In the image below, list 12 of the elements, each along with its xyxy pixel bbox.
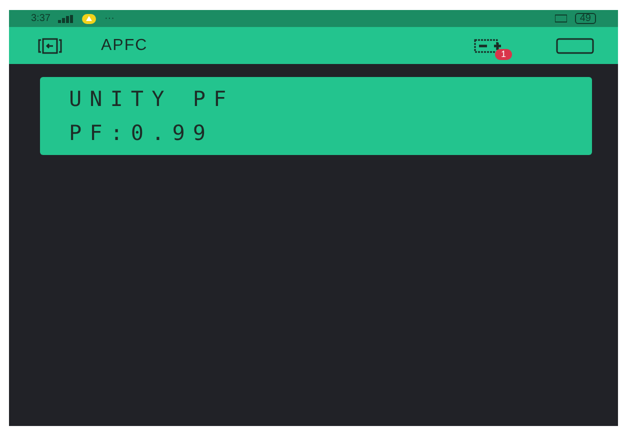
stop-icon[interactable] (556, 38, 594, 54)
battery-level: 49 (574, 13, 596, 24)
lcd-line: PF:0.99 (69, 121, 215, 145)
status-more: ··· (104, 13, 114, 24)
back-icon[interactable] (37, 38, 63, 54)
notification-icon (82, 14, 96, 24)
project-title: APFC (101, 36, 148, 54)
signal-icon (58, 14, 74, 22)
status-time: 3:37 (31, 13, 50, 24)
notification-badge: 1 (494, 48, 512, 60)
lcd-line: UNITY PF (69, 87, 236, 111)
widget-box-icon[interactable] (474, 38, 502, 52)
